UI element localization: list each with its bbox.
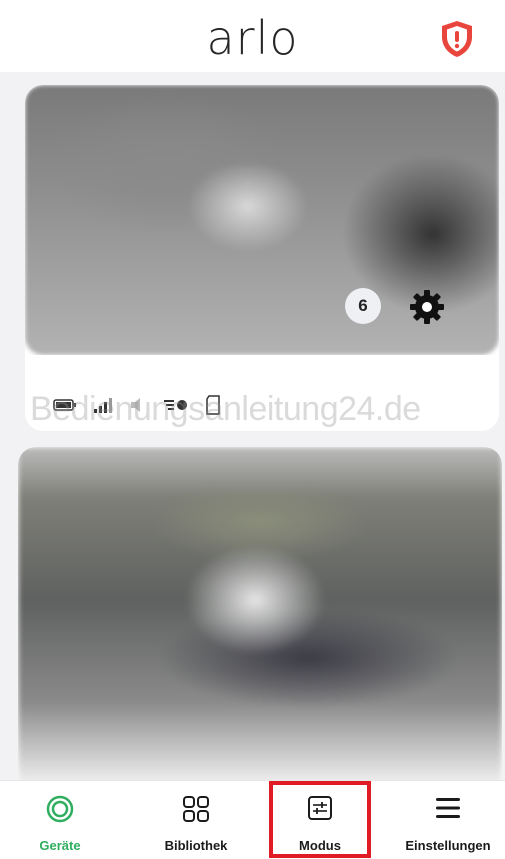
library-grid-icon [183,796,209,822]
tab-label: Geräte [39,838,81,853]
watermark: Bedienungsanleitung24.de [30,390,421,428]
tab-label: Einstellungen [405,838,491,853]
camera-preview[interactable] [18,447,502,787]
bottom-tab-bar: Geräte Bibliothek Modus Einstellungen [0,780,505,859]
highlight-box [269,781,371,858]
tab-einstellungen[interactable]: Einstellungen [392,781,504,859]
gear-icon[interactable] [408,288,446,326]
event-count-badge[interactable]: 6 [345,288,381,324]
devices-icon [46,795,74,823]
shield-alert-icon[interactable] [440,20,474,58]
tab-geraete[interactable]: Geräte [10,781,110,859]
menu-icon [436,798,460,818]
camera-card[interactable] [25,85,499,431]
tab-label: Bibliothek [164,838,228,853]
camera-card[interactable] [18,447,502,787]
tab-bibliothek[interactable]: Bibliothek [146,781,246,859]
arlo-logo: arlo [206,11,299,65]
header-bar: arlo [0,0,505,72]
